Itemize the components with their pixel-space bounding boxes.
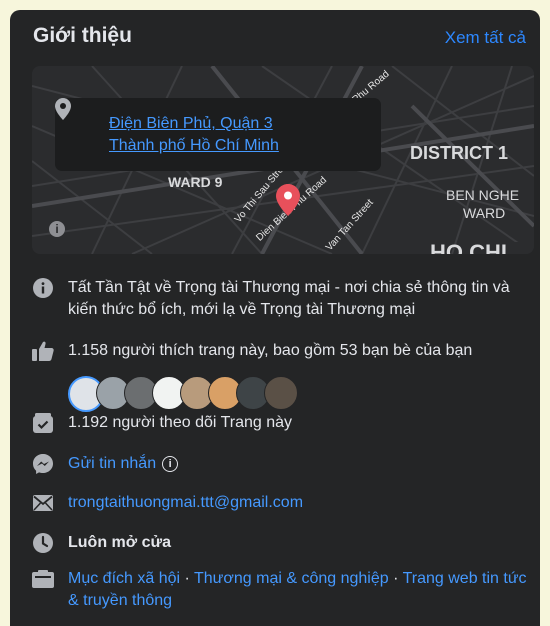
category-link[interactable]: Thương mại & công nghiệp [194,570,389,587]
section-title: Giới thiệu [33,24,132,47]
category-list: Mục đích xã hội · Thương mại & công nghi… [68,568,532,612]
message-info-icon[interactable]: i [162,455,179,472]
map-label-district1: DISTRICT 1 [410,143,509,163]
location-pin-icon [55,98,71,120]
map-marker-icon [276,184,300,216]
clock-icon [32,532,54,554]
about-card: Giới thiệu Xem tất cả WARD 9 DISTRICT 1 … [10,10,540,626]
hours-status: Luôn mở cửa [68,534,171,551]
category-folder-icon [32,568,54,590]
send-message-label[interactable]: Gửi tin nhắn [68,455,156,472]
page-description: Tất Tần Tật về Trọng tài Thương mại - nơ… [68,279,510,318]
info-icon [32,277,54,299]
envelope-icon [32,492,54,514]
card-header: Giới thiệu Xem tất cả [10,10,540,60]
messenger-icon [32,453,54,475]
map-info-icon[interactable]: i [49,221,65,237]
map-label-ward: WARD [463,205,506,221]
category-separator: · [180,570,194,587]
address-overlay: Điện Biên Phủ, Quận 3 Thành phố Hồ Chí M… [55,98,381,171]
friend-avatar[interactable] [264,376,298,410]
thumbs-up-icon [32,340,54,362]
address-line-1[interactable]: Điện Biên Phủ, Quận 3 [109,115,273,133]
category-link[interactable]: Mục đích xã hội [68,570,180,587]
category-separator: · [388,570,403,587]
map-label-ben-nghe: BEN NGHE [446,187,520,203]
email-address[interactable]: trongtaithuongmai.ttt@gmail.com [68,494,303,511]
map-label-ward9: WARD 9 [168,174,223,190]
address-line-2[interactable]: Thành phố Hồ Chí Minh [109,137,279,155]
map-label-ho-chi: HO CHI [430,240,507,254]
likes-count: 1.158 người thích trang này, bao gồm 53 … [68,342,473,359]
send-message-link[interactable]: Gửi tin nhắn i [68,453,532,475]
see-all-link[interactable]: Xem tất cả [445,28,526,48]
follow-box-icon [32,412,54,434]
location-map[interactable]: WARD 9 DISTRICT 1 BEN NGHE WARD HO CHI V… [32,66,534,254]
email-link[interactable]: trongtaithuongmai.ttt@gmail.com [68,492,532,514]
followers-count: 1.192 người theo dõi Trang này [68,414,293,431]
